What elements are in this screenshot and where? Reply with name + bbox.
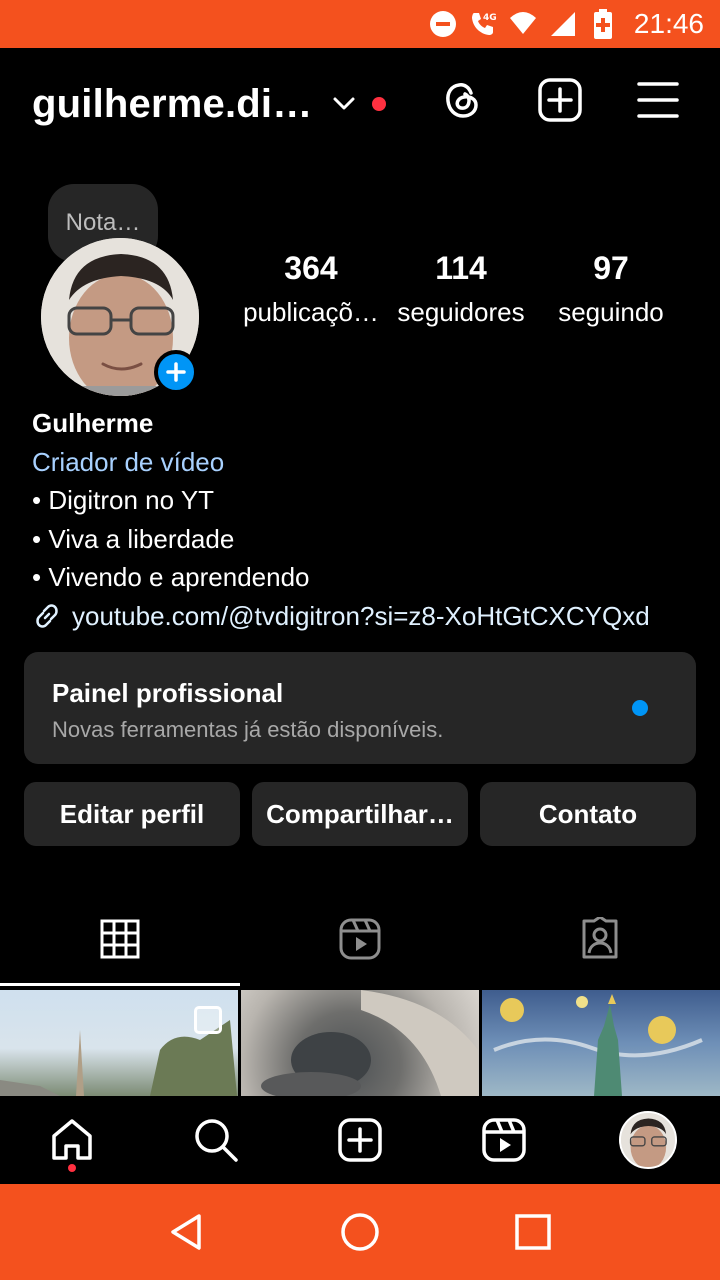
threads-icon[interactable] <box>440 78 484 122</box>
create-icon[interactable] <box>538 78 582 122</box>
grid-icon <box>100 919 140 959</box>
home-icon <box>52 1119 92 1160</box>
profile-actions: Editar perfil Compartilhar… Contato <box>24 782 696 846</box>
create-post-icon <box>338 1118 382 1162</box>
battery-icon <box>588 9 618 39</box>
profile-avatar-icon <box>619 1111 677 1169</box>
post-thumbnail[interactable] <box>0 990 238 1096</box>
tab-posts-grid[interactable] <box>0 890 240 988</box>
reels-icon <box>339 918 381 960</box>
posts-grid <box>0 990 720 1096</box>
post-thumbnail[interactable] <box>241 990 479 1096</box>
chevron-down-icon[interactable] <box>332 90 360 118</box>
notification-dot <box>372 97 387 111</box>
clock: 21:46 <box>633 8 704 39</box>
new-indicator-dot <box>632 700 648 716</box>
contact-button[interactable]: Contato <box>480 782 696 846</box>
post-image <box>493 994 703 1096</box>
bio-link[interactable]: youtube.com/@tvdigitron?si=z8-XoHtGtCXCY… <box>32 597 712 636</box>
link-icon <box>32 601 62 631</box>
bio-line: • Viva a liberdade <box>32 523 235 554</box>
tab-reels[interactable] <box>240 890 480 988</box>
tagged-icon <box>582 917 618 959</box>
pro-panel-subtitle: Novas ferramentas já estão disponíveis. <box>52 717 444 742</box>
stat-followers-label: seguidores <box>397 297 525 327</box>
stat-following[interactable]: 97 seguindo <box>536 250 686 328</box>
back-button[interactable] <box>162 1207 212 1257</box>
bio: Gulherme Criador de vídeo • Digitron no … <box>32 404 712 635</box>
add-story-button[interactable] <box>154 350 198 394</box>
home-notification-dot <box>68 1164 76 1172</box>
multiple-photos-icon <box>194 1006 222 1034</box>
stat-posts[interactable]: 364 publicaçõ… <box>236 250 386 328</box>
profile-stats: 364 publicaçõ… 114 seguidores 97 seguind… <box>236 250 686 328</box>
bio-line: • Vivendo e aprendendo <box>32 562 310 592</box>
nav-home[interactable] <box>42 1110 102 1172</box>
bottom-navigation <box>0 1096 720 1184</box>
post-thumbnail[interactable] <box>482 990 720 1096</box>
professional-dashboard-card[interactable]: Painel profissional Novas ferramentas já… <box>24 652 696 764</box>
stat-following-value: 97 <box>593 250 629 286</box>
status-bar: 4G 21:46 <box>0 0 720 48</box>
nav-search[interactable] <box>186 1110 246 1170</box>
nav-reels[interactable] <box>474 1110 534 1170</box>
home-circle-icon <box>341 1213 379 1251</box>
stat-followers[interactable]: 114 seguidores <box>386 250 536 328</box>
wifi-icon <box>508 9 538 39</box>
system-navigation <box>0 1184 720 1280</box>
recents-square-icon <box>515 1214 552 1250</box>
signal-icon <box>548 9 578 39</box>
back-triangle-icon <box>170 1214 201 1250</box>
display-name: Gulherme <box>32 408 154 438</box>
nav-create[interactable] <box>330 1110 390 1170</box>
menu-icon[interactable] <box>636 78 680 122</box>
stat-posts-value: 364 <box>284 250 338 286</box>
nav-profile[interactable] <box>618 1110 678 1170</box>
share-profile-button[interactable]: Compartilhar… <box>252 782 468 846</box>
search-icon <box>195 1119 238 1162</box>
post-image <box>261 990 478 1096</box>
reels-nav-icon <box>482 1118 526 1162</box>
recents-button[interactable] <box>508 1207 558 1257</box>
home-button[interactable] <box>335 1207 385 1257</box>
plus-icon <box>166 362 186 382</box>
pro-panel-title: Painel profissional <box>52 678 284 708</box>
username-switcher[interactable]: guilherme.di… <box>32 82 312 127</box>
category-label: Criador de vídeo <box>32 446 225 477</box>
stat-following-label: seguindo <box>558 297 664 327</box>
profile-header: guilherme.di… <box>0 48 720 160</box>
call-4g-icon: 4G <box>468 9 498 39</box>
bio-line: • Digitron no YT <box>32 485 215 515</box>
stat-posts-label: publicaçõ… <box>243 297 379 327</box>
edit-profile-button[interactable]: Editar perfil <box>24 782 240 846</box>
stat-followers-value: 114 <box>435 250 487 286</box>
content-tabs <box>0 890 720 988</box>
network-type: 4G <box>483 13 497 23</box>
bio-link-text: youtube.com/@tvdigitron?si=z8-XoHtGtCXCY… <box>72 600 650 631</box>
dnd-icon <box>428 9 458 39</box>
tab-tagged[interactable] <box>480 890 720 988</box>
